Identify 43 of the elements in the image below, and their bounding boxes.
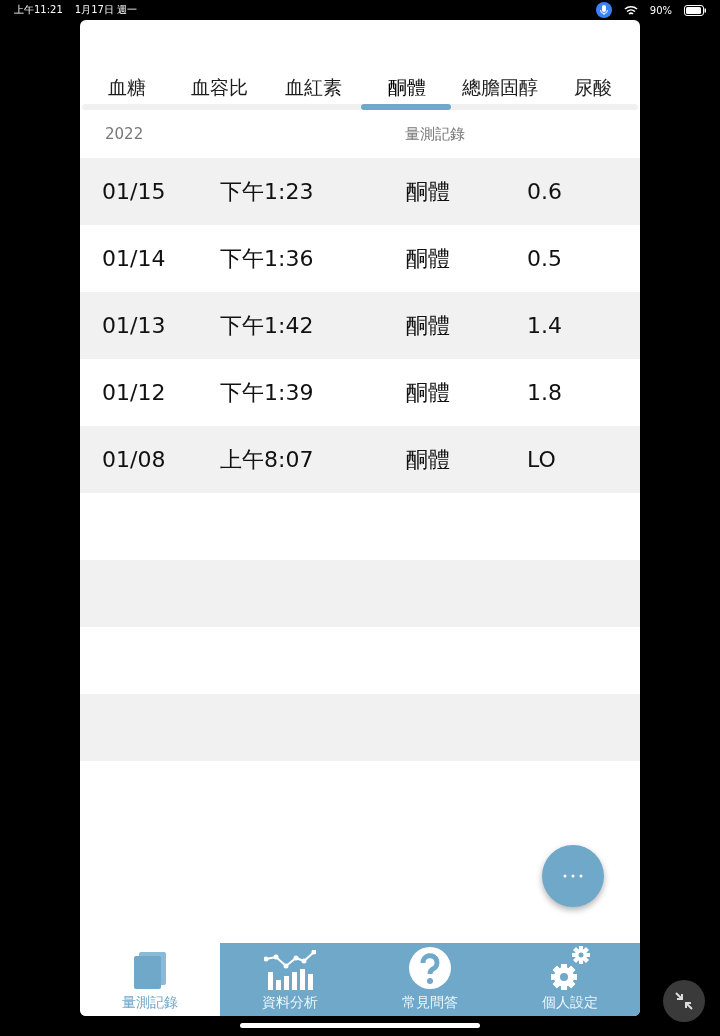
document-stack-icon <box>133 952 167 990</box>
battery-percent: 90% <box>649 4 672 16</box>
category-tab[interactable]: 總膽固醇 <box>453 72 547 102</box>
wifi-icon <box>623 4 638 16</box>
table-title: 量測記錄 <box>405 124 465 144</box>
category-tab[interactable]: 血容比 <box>173 72 267 102</box>
collapse-icon <box>674 991 694 1011</box>
category-tab[interactable]: 血紅素 <box>266 72 360 102</box>
time-cell-text: 下午1:36 <box>220 244 315 273</box>
type-cell-text: 酮體 <box>406 311 451 340</box>
time-cell-text: 上午8:07 <box>220 445 315 474</box>
date-cell-text: 01/12 <box>102 380 167 405</box>
question-icon <box>408 946 452 990</box>
record-row[interactable]: 01/13 下午1:42 酮體 1.4 <box>80 292 640 359</box>
type-cell-text: 酮體 <box>406 177 451 206</box>
date-cell-text: 01/13 <box>102 313 167 338</box>
category-tab[interactable]: 尿酸 <box>546 72 640 102</box>
status-time: 上午11:21 <box>14 3 63 17</box>
chart-icon <box>264 950 316 990</box>
value-cell-text: LO <box>527 447 557 472</box>
date-cell-text: 01/08 <box>102 447 167 472</box>
status-date: 1月17日 週一 <box>74 3 138 17</box>
time-cell-text: 下午1:42 <box>220 311 315 340</box>
microphone-icon <box>595 2 612 18</box>
type-cell-text: 酮體 <box>406 378 451 407</box>
time-cell-text: 下午1:39 <box>220 378 315 407</box>
value-cell-text: 0.5 <box>527 246 563 271</box>
record-row[interactable]: 01/15 下午1:23 酮體 0.6 <box>80 158 640 225</box>
category-tab[interactable]: 血糖 <box>80 72 174 102</box>
category-tab[interactable]: 酮體 <box>360 72 454 102</box>
collapse-button[interactable] <box>663 980 705 1022</box>
time-cell-text: 下午1:23 <box>220 177 315 206</box>
value-cell-text: 1.8 <box>527 380 563 405</box>
more-icon <box>563 874 583 878</box>
record-row[interactable]: 01/08 上午8:07 酮體 LO <box>80 426 640 493</box>
year-label: 2022 <box>105 125 145 143</box>
type-cell-text: 酮體 <box>406 445 451 474</box>
date-cell-text: 01/15 <box>102 179 167 204</box>
date-cell-text: 01/14 <box>102 246 167 271</box>
value-cell-text: 1.4 <box>527 313 563 338</box>
battery-icon <box>684 4 706 16</box>
value-cell-text: 0.6 <box>527 179 563 204</box>
type-cell-text: 酮體 <box>406 244 451 273</box>
